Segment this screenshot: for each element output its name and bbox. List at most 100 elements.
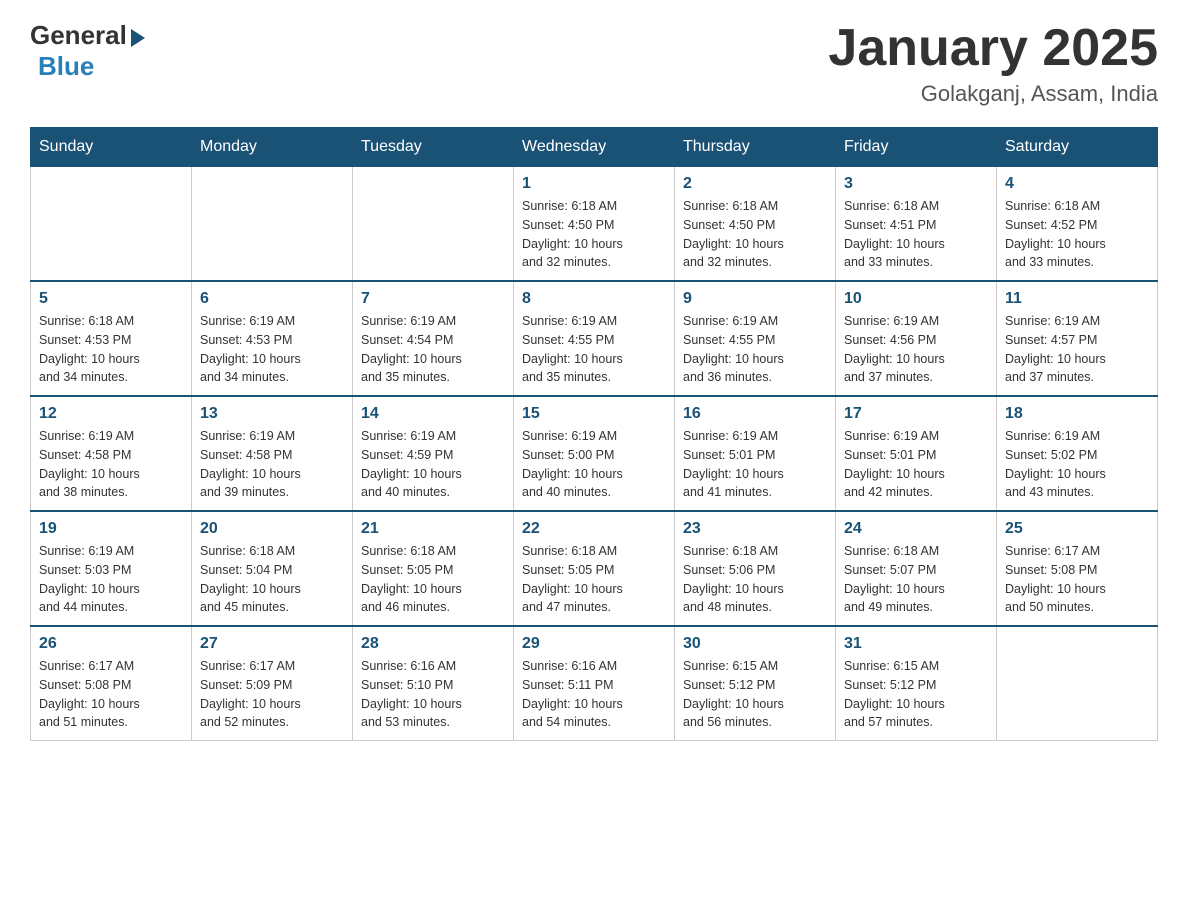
weekday-header-row: SundayMondayTuesdayWednesdayThursdayFrid…: [31, 128, 1158, 167]
page-header: General Blue January 2025 Golakganj, Ass…: [30, 20, 1158, 107]
day-info: Sunrise: 6:16 AM Sunset: 5:10 PM Dayligh…: [361, 657, 505, 732]
day-number: 14: [361, 405, 505, 423]
calendar-cell: [192, 167, 353, 282]
calendar-cell: 17 Sunrise: 6:19 AM Sunset: 5:01 PM Dayli…: [836, 396, 997, 511]
calendar-cell: 5 Sunrise: 6:18 AM Sunset: 4:53 PM Daylig…: [31, 281, 192, 396]
day-info: Sunrise: 6:19 AM Sunset: 4:58 PM Dayligh…: [39, 427, 183, 502]
day-info: Sunrise: 6:18 AM Sunset: 4:52 PM Dayligh…: [1005, 197, 1149, 272]
day-info: Sunrise: 6:18 AM Sunset: 5:06 PM Dayligh…: [683, 542, 827, 617]
day-info: Sunrise: 6:17 AM Sunset: 5:09 PM Dayligh…: [200, 657, 344, 732]
calendar-cell: 11Sunrise: 6:19 AM Sunset: 4:57 PM Dayli…: [997, 281, 1158, 396]
calendar-cell: 6Sunrise: 6:19 AM Sunset: 4:53 PM Daylig…: [192, 281, 353, 396]
day-number: 6: [200, 290, 344, 308]
calendar-cell: 30Sunrise: 6:15 AM Sunset: 5:12 PM Dayli…: [675, 626, 836, 741]
day-info: Sunrise: 6:18 AM Sunset: 5:07 PM Dayligh…: [844, 542, 988, 617]
weekday-header-saturday: Saturday: [997, 128, 1158, 167]
day-info: Sunrise: 6:17 AM Sunset: 5:08 PM Dayligh…: [1005, 542, 1149, 617]
month-year-title: January 2025: [828, 20, 1158, 77]
day-info: Sunrise: 6:19 AM Sunset: 4:54 PM Dayligh…: [361, 312, 505, 387]
calendar-cell: 21 Sunrise: 6:18 AM Sunset: 5:05 PM Dayli…: [353, 511, 514, 626]
calendar-cell: 26Sunrise: 6:17 AM Sunset: 5:08 PM Dayli…: [31, 626, 192, 741]
day-info: Sunrise: 6:19 AM Sunset: 4:55 PM Dayligh…: [683, 312, 827, 387]
day-number: 16: [683, 405, 827, 423]
calendar-table: SundayMondayTuesdayWednesdayThursdayFrid…: [30, 127, 1158, 741]
day-info: Sunrise: 6:18 AM Sunset: 4:53 PM Dayligh…: [39, 312, 183, 387]
weekday-header-monday: Monday: [192, 128, 353, 167]
day-number: 25: [1005, 520, 1149, 538]
logo-blue-text: Blue: [38, 51, 94, 82]
calendar-week-5: 26Sunrise: 6:17 AM Sunset: 5:08 PM Dayli…: [31, 626, 1158, 741]
day-number: 26: [39, 635, 183, 653]
weekday-header-friday: Friday: [836, 128, 997, 167]
day-info: Sunrise: 6:18 AM Sunset: 4:51 PM Dayligh…: [844, 197, 988, 272]
day-number: 3: [844, 175, 988, 193]
calendar-cell: 22Sunrise: 6:18 AM Sunset: 5:05 PM Dayli…: [514, 511, 675, 626]
day-number: 20: [200, 520, 344, 538]
weekday-header-tuesday: Tuesday: [353, 128, 514, 167]
calendar-cell: 3 Sunrise: 6:18 AM Sunset: 4:51 PM Daylig…: [836, 167, 997, 282]
day-info: Sunrise: 6:18 AM Sunset: 4:50 PM Dayligh…: [522, 197, 666, 272]
day-number: 4: [1005, 175, 1149, 193]
day-info: Sunrise: 6:19 AM Sunset: 4:58 PM Dayligh…: [200, 427, 344, 502]
calendar-cell: 31 Sunrise: 6:15 AM Sunset: 5:12 PM Dayli…: [836, 626, 997, 741]
calendar-cell: 10 Sunrise: 6:19 AM Sunset: 4:56 PM Dayli…: [836, 281, 997, 396]
day-number: 24: [844, 520, 988, 538]
day-number: 5: [39, 290, 183, 308]
day-info: Sunrise: 6:18 AM Sunset: 5:04 PM Dayligh…: [200, 542, 344, 617]
day-number: 15: [522, 405, 666, 423]
location-subtitle: Golakganj, Assam, India: [828, 81, 1158, 107]
calendar-week-1: 1Sunrise: 6:18 AM Sunset: 4:50 PM Daylig…: [31, 167, 1158, 282]
logo: General Blue: [30, 20, 145, 82]
day-info: Sunrise: 6:16 AM Sunset: 5:11 PM Dayligh…: [522, 657, 666, 732]
day-info: Sunrise: 6:15 AM Sunset: 5:12 PM Dayligh…: [844, 657, 988, 732]
calendar-cell: 25 Sunrise: 6:17 AM Sunset: 5:08 PM Dayli…: [997, 511, 1158, 626]
calendar-cell: 1Sunrise: 6:18 AM Sunset: 4:50 PM Daylig…: [514, 167, 675, 282]
title-section: January 2025 Golakganj, Assam, India: [828, 20, 1158, 107]
day-number: 28: [361, 635, 505, 653]
day-info: Sunrise: 6:19 AM Sunset: 5:03 PM Dayligh…: [39, 542, 183, 617]
day-info: Sunrise: 6:19 AM Sunset: 4:56 PM Dayligh…: [844, 312, 988, 387]
day-number: 2: [683, 175, 827, 193]
day-number: 18: [1005, 405, 1149, 423]
day-info: Sunrise: 6:19 AM Sunset: 4:59 PM Dayligh…: [361, 427, 505, 502]
calendar-week-4: 19 Sunrise: 6:19 AM Sunset: 5:03 PM Dayli…: [31, 511, 1158, 626]
day-number: 9: [683, 290, 827, 308]
day-info: Sunrise: 6:19 AM Sunset: 5:01 PM Dayligh…: [844, 427, 988, 502]
calendar-cell: [997, 626, 1158, 741]
calendar-cell: 4 Sunrise: 6:18 AM Sunset: 4:52 PM Daylig…: [997, 167, 1158, 282]
day-info: Sunrise: 6:18 AM Sunset: 4:50 PM Dayligh…: [683, 197, 827, 272]
day-number: 29: [522, 635, 666, 653]
day-number: 10: [844, 290, 988, 308]
calendar-cell: 7Sunrise: 6:19 AM Sunset: 4:54 PM Daylig…: [353, 281, 514, 396]
day-number: 17: [844, 405, 988, 423]
calendar-cell: 15Sunrise: 6:19 AM Sunset: 5:00 PM Dayli…: [514, 396, 675, 511]
day-number: 19: [39, 520, 183, 538]
calendar-week-2: 5 Sunrise: 6:18 AM Sunset: 4:53 PM Daylig…: [31, 281, 1158, 396]
day-number: 27: [200, 635, 344, 653]
calendar-cell: 28 Sunrise: 6:16 AM Sunset: 5:10 PM Dayli…: [353, 626, 514, 741]
day-number: 23: [683, 520, 827, 538]
day-info: Sunrise: 6:19 AM Sunset: 4:55 PM Dayligh…: [522, 312, 666, 387]
calendar-cell: 12Sunrise: 6:19 AM Sunset: 4:58 PM Dayli…: [31, 396, 192, 511]
day-info: Sunrise: 6:19 AM Sunset: 5:02 PM Dayligh…: [1005, 427, 1149, 502]
day-number: 30: [683, 635, 827, 653]
weekday-header-sunday: Sunday: [31, 128, 192, 167]
day-number: 13: [200, 405, 344, 423]
day-info: Sunrise: 6:18 AM Sunset: 5:05 PM Dayligh…: [361, 542, 505, 617]
calendar-cell: 23 Sunrise: 6:18 AM Sunset: 5:06 PM Dayli…: [675, 511, 836, 626]
calendar-cell: 16Sunrise: 6:19 AM Sunset: 5:01 PM Dayli…: [675, 396, 836, 511]
day-number: 21: [361, 520, 505, 538]
calendar-cell: 2 Sunrise: 6:18 AM Sunset: 4:50 PM Daylig…: [675, 167, 836, 282]
calendar-cell: 27 Sunrise: 6:17 AM Sunset: 5:09 PM Dayli…: [192, 626, 353, 741]
calendar-cell: 19 Sunrise: 6:19 AM Sunset: 5:03 PM Dayli…: [31, 511, 192, 626]
day-number: 11: [1005, 290, 1149, 308]
calendar-cell: 20 Sunrise: 6:18 AM Sunset: 5:04 PM Dayli…: [192, 511, 353, 626]
calendar-cell: 18 Sunrise: 6:19 AM Sunset: 5:02 PM Dayli…: [997, 396, 1158, 511]
day-number: 31: [844, 635, 988, 653]
calendar-cell: 14 Sunrise: 6:19 AM Sunset: 4:59 PM Dayli…: [353, 396, 514, 511]
calendar-cell: [31, 167, 192, 282]
weekday-header-thursday: Thursday: [675, 128, 836, 167]
calendar-cell: [353, 167, 514, 282]
calendar-cell: 24 Sunrise: 6:18 AM Sunset: 5:07 PM Dayli…: [836, 511, 997, 626]
weekday-header-wednesday: Wednesday: [514, 128, 675, 167]
